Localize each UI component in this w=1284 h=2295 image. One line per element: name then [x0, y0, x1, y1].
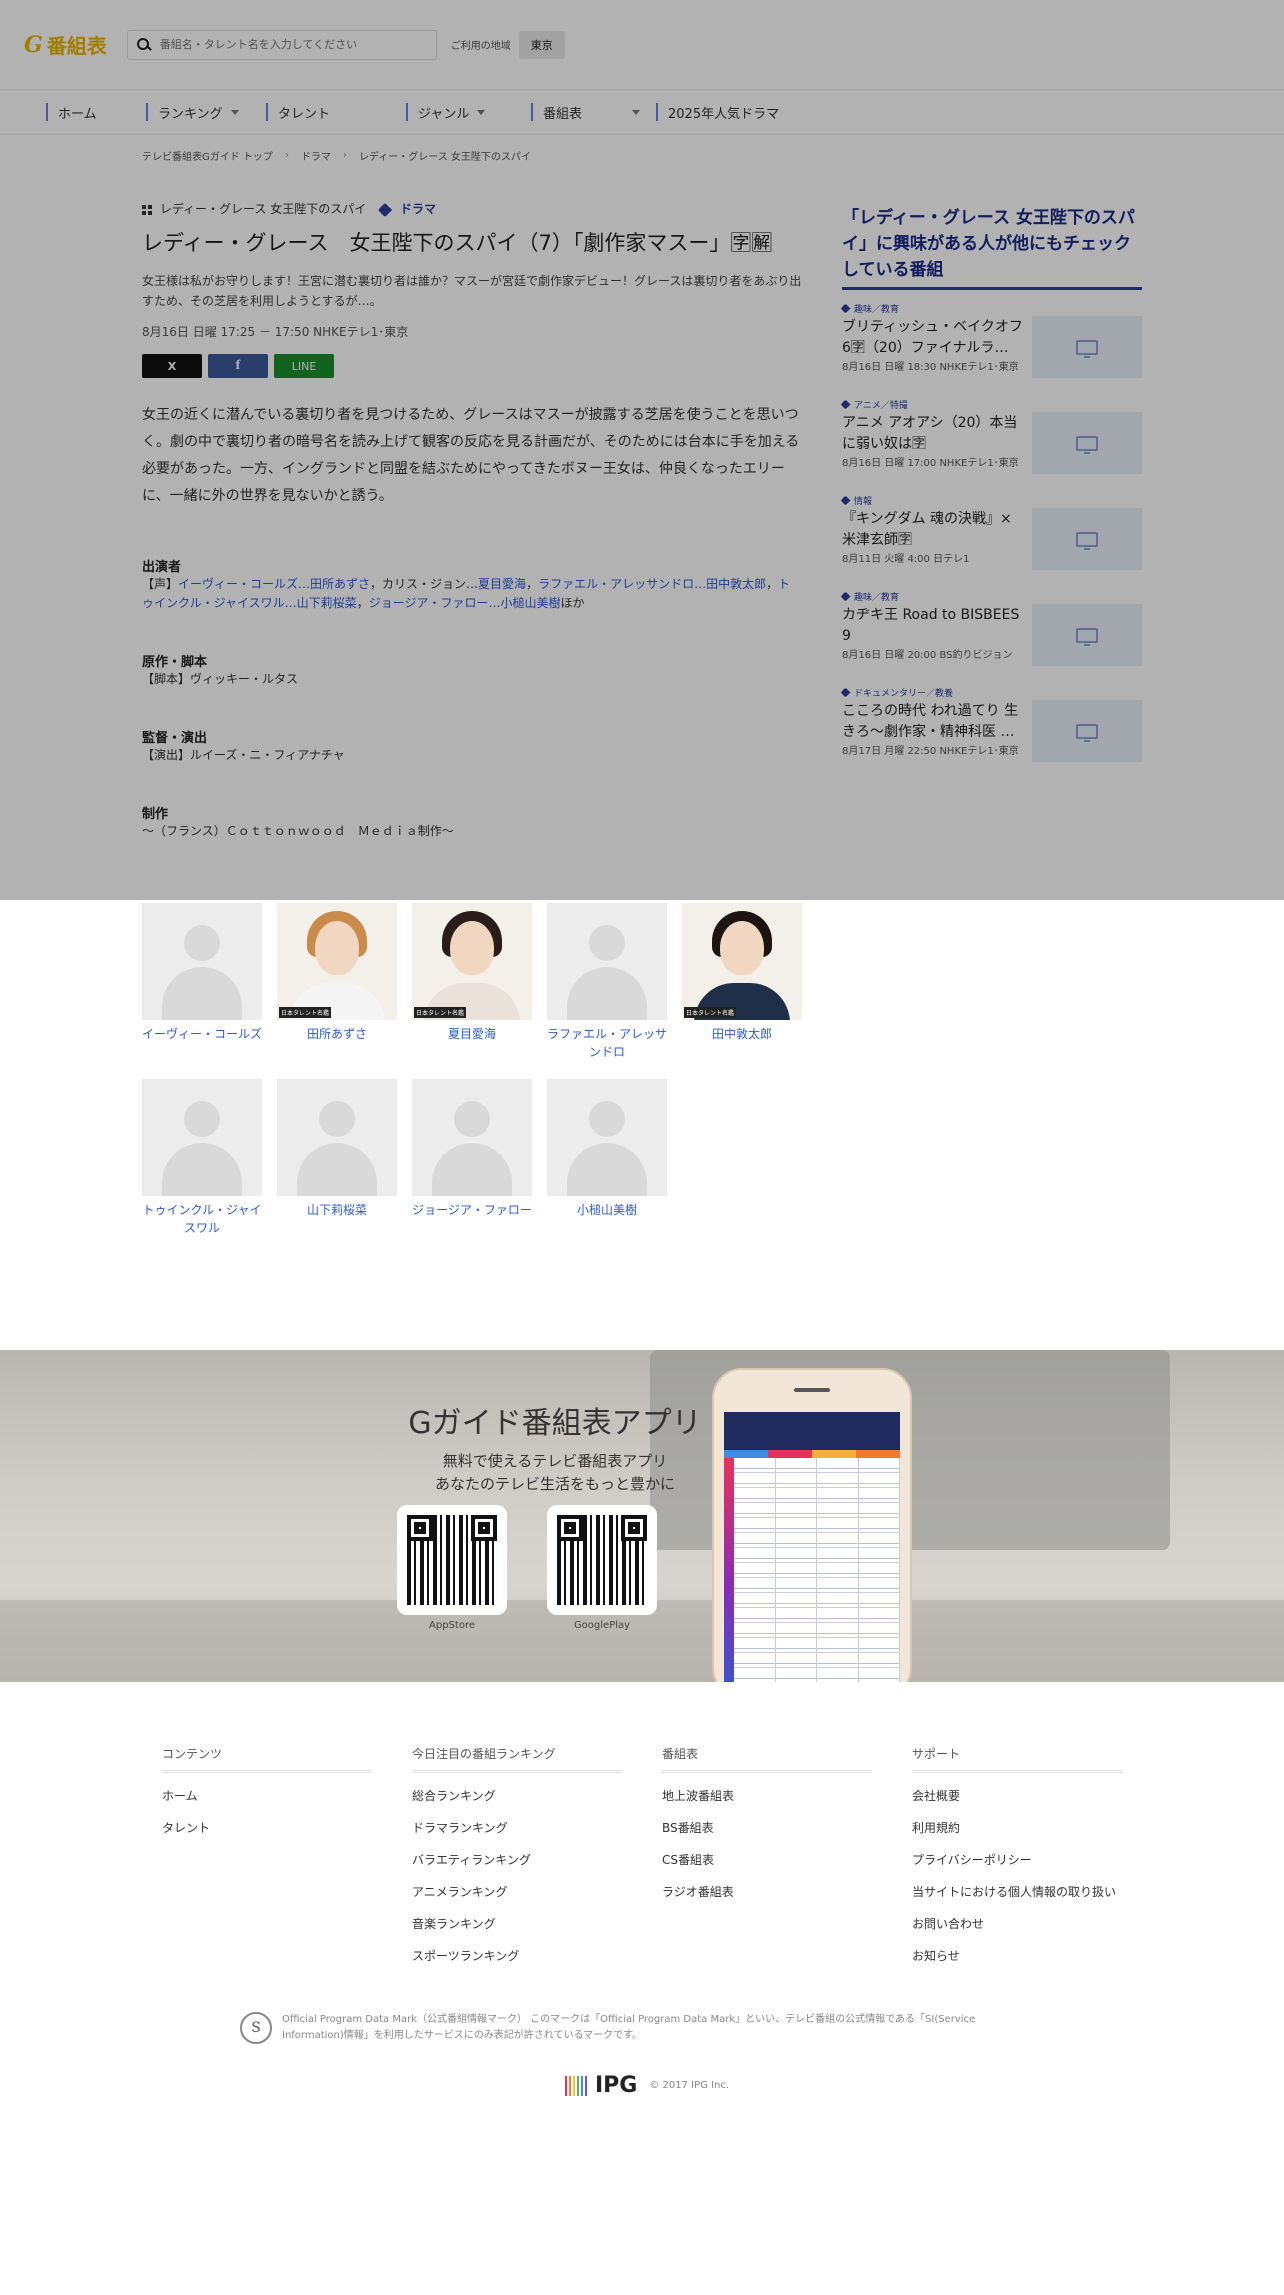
footer-heading: 番組表	[662, 1745, 872, 1773]
opdm-logo: S	[240, 2012, 272, 2044]
avatar-placeholder-icon[interactable]	[277, 1079, 397, 1196]
cast-photo[interactable]: 日本タレント名鑑	[682, 903, 802, 1020]
footer-link[interactable]: お知らせ	[912, 1947, 1122, 1965]
footer-column: コンテンツホームタレント	[162, 1745, 372, 1965]
footer-column: サポート会社概要利用規約プライバシーポリシー 当サイトにおける個人情報の取り扱いお…	[912, 1745, 1122, 1965]
opdm-notice: S Official Program Data Mark（公式番組情報マーク） …	[240, 2012, 1040, 2044]
cast-card[interactable]: 小槌山美樹	[547, 1079, 667, 1243]
footer-heading: サポート	[912, 1745, 1122, 1773]
cast-name[interactable]: ラファエル・アレッサンドロ	[547, 1025, 667, 1061]
ipg-bars-icon	[565, 2075, 587, 2096]
phone-mockup	[712, 1368, 912, 1682]
footer-link[interactable]: CS番組表	[662, 1851, 872, 1869]
footer-link[interactable]: アニメランキング	[412, 1883, 622, 1901]
cast-name[interactable]: トゥインクル・ジャイスワル	[142, 1201, 262, 1237]
photo-credit: 日本タレント名鑑	[414, 1007, 467, 1018]
opdm-text: Official Program Data Mark（公式番組情報マーク） この…	[282, 2014, 976, 2041]
cast-name[interactable]: イーヴィー・コールズ	[142, 1025, 262, 1043]
avatar-placeholder-icon[interactable]	[142, 903, 262, 1020]
qr-code-icon	[557, 1515, 647, 1605]
appstore-qr[interactable]	[397, 1505, 507, 1615]
site-footer: コンテンツ ホーム タレント 今日注目の番組ランキング 総合ランキング ドラマランキングバ…	[162, 1745, 1122, 1965]
app-title: Gガイド番組表アプリ	[408, 1406, 702, 1441]
phone-screen	[724, 1412, 900, 1682]
qr-code-icon	[407, 1515, 497, 1605]
footer-link[interactable]: バラエティランキング	[412, 1851, 622, 1869]
footer-link[interactable]: プライバシーポリシー	[912, 1851, 1122, 1869]
footer-column: 今日注目の番組ランキング総合ランキング ドラマランキング バラエティランキング アニメ…	[412, 1745, 622, 1965]
footer-link[interactable]: ホーム	[162, 1787, 372, 1805]
photo-credit: 日本タレント名鑑	[279, 1007, 332, 1018]
cast-name[interactable]: 夏目愛海	[412, 1025, 532, 1043]
footer-heading: 今日注目の番組ランキング	[412, 1745, 622, 1773]
cast-card[interactable]: 日本タレント名鑑夏目愛海	[412, 903, 532, 1067]
cast-name[interactable]: 山下莉桜菜	[277, 1201, 397, 1219]
avatar-placeholder-icon[interactable]	[412, 1079, 532, 1196]
cast-grid: イーヴィー・コールズ 日本タレント名鑑 田所あずさ 日本タレント名鑑 夏目愛海 ラファエル…	[142, 903, 822, 1243]
cast-card[interactable]: トゥインクル・ジャイスワル	[142, 1079, 262, 1243]
avatar-placeholder-icon[interactable]	[142, 1079, 262, 1196]
cast-card[interactable]: ラファエル・アレッサンドロ	[547, 903, 667, 1067]
cast-name[interactable]: 田所あずさ	[277, 1025, 397, 1043]
cast-name[interactable]: 田中敦太郎	[682, 1025, 802, 1043]
footer-heading: コンテンツ	[162, 1745, 372, 1773]
photo-credit: 日本タレント名鑑	[684, 1007, 737, 1018]
app-subtitle: 無料で使えるテレビ番組表アプリ あなたのテレビ生活をもっと豊かに	[340, 1450, 770, 1496]
cast-photo[interactable]: 日本タレント名鑑	[277, 903, 397, 1020]
cast-card[interactable]: 日本タレント名鑑田中敦太郎	[682, 903, 802, 1067]
phone-speaker	[794, 1388, 830, 1392]
app-subtitle-line: 無料で使えるテレビ番組表アプリ	[442, 1452, 668, 1470]
googleplay-qr[interactable]	[547, 1505, 657, 1615]
footer-link[interactable]: 音楽ランキング	[412, 1915, 622, 1933]
cast-name[interactable]: ジョージア・ファロー	[412, 1201, 532, 1219]
cast-card[interactable]: ジョージア・ファロー	[412, 1079, 532, 1243]
footer-link[interactable]: タレント	[162, 1819, 372, 1837]
cast-card[interactable]: イーヴィー・コールズ	[142, 903, 262, 1067]
footer-column: 番組表地上波番組表 BS番組表 CS番組表ラジオ番組表	[662, 1745, 872, 1965]
footer-link[interactable]: ラジオ番組表	[662, 1883, 872, 1901]
ipg-wordmark: IPG	[595, 2073, 638, 2098]
footer-link[interactable]: 当サイトにおける個人情報の取り扱い	[912, 1883, 1122, 1901]
googleplay-label: GooglePlay	[573, 1620, 631, 1631]
avatar-placeholder-icon[interactable]	[547, 903, 667, 1020]
cast-card[interactable]: 日本タレント名鑑田所あずさ	[277, 903, 397, 1067]
footer-link[interactable]: 会社概要	[912, 1787, 1122, 1805]
footer-link[interactable]: 総合ランキング	[412, 1787, 622, 1805]
cast-name[interactable]: 小槌山美樹	[547, 1201, 667, 1219]
footer-link[interactable]: 利用規約	[912, 1819, 1122, 1837]
copyright: © 2017 IPG Inc.	[649, 2080, 730, 2091]
footer-link[interactable]: お問い合わせ	[912, 1915, 1122, 1933]
app-subtitle-line: あなたのテレビ生活をもっと豊かに	[434, 1475, 675, 1493]
footer-link[interactable]: スポーツランキング	[412, 1947, 622, 1965]
footer-link[interactable]: BS番組表	[662, 1819, 872, 1837]
app-banner: Gガイド番組表アプリ 無料で使えるテレビ番組表アプリ あなたのテレビ生活をもっと…	[0, 1350, 1284, 1682]
overlay-dim	[0, 0, 1284, 900]
avatar-placeholder-icon[interactable]	[547, 1079, 667, 1196]
ipg-logo: IPG © 2017 IPG Inc.	[565, 2073, 729, 2098]
footer-link[interactable]: ドラマランキング	[412, 1819, 622, 1837]
cast-card[interactable]: 山下莉桜菜	[277, 1079, 397, 1243]
appstore-label: AppStore	[429, 1620, 475, 1631]
footer-link[interactable]: 地上波番組表	[662, 1787, 872, 1805]
cast-photo[interactable]: 日本タレント名鑑	[412, 903, 532, 1020]
